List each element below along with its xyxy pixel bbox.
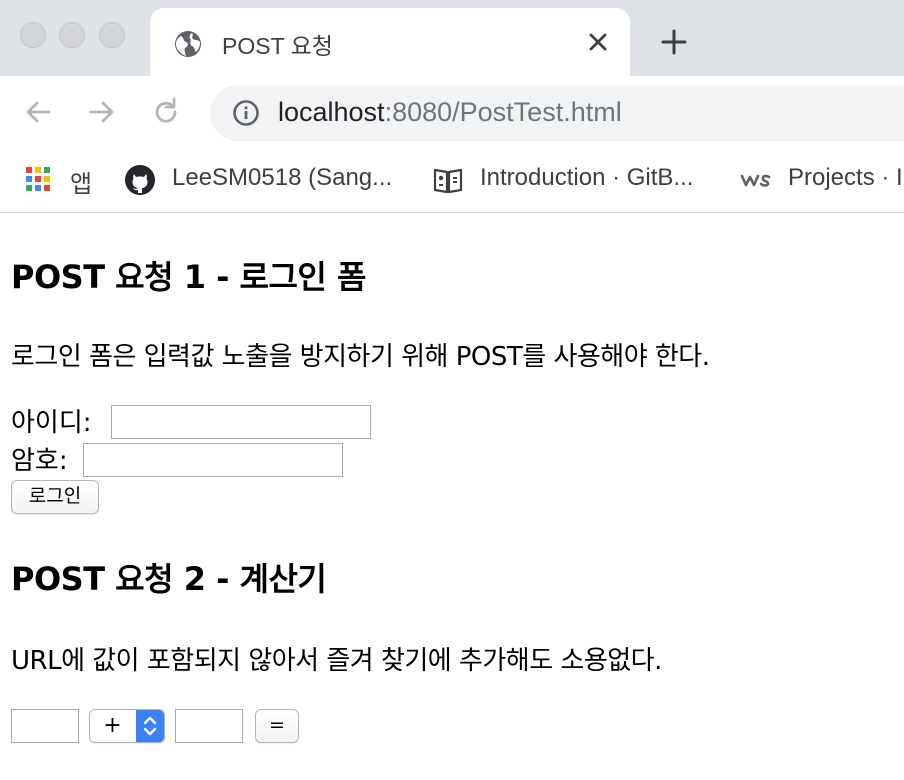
calculator-section-heading: POST 요청 2 - 계산기: [11, 560, 327, 598]
url-path: :8080/PostTest.html: [384, 97, 622, 127]
browser-tab-active[interactable]: POST 요청: [150, 8, 630, 76]
window-minimize-button[interactable]: [59, 22, 85, 48]
id-label: 아이디:: [11, 408, 92, 438]
book-icon: [433, 168, 463, 194]
password-input[interactable]: [83, 443, 343, 477]
operand2-input[interactable]: [175, 709, 243, 743]
url-host: localhost: [278, 97, 385, 127]
page-content: POST 요청 1 - 로그인 폼 로그인 폼은 입력값 노출을 방지하기 위해…: [0, 214, 904, 780]
bookmark-github[interactable]: LeeSM0518 (Sang...: [124, 162, 414, 198]
bookmark-apps[interactable]: 앱: [24, 162, 104, 198]
password-label: 암호:: [11, 446, 68, 476]
tab-title: POST 요청: [222, 33, 333, 59]
address-bar[interactable]: localhost:8080/PostTest.html: [210, 85, 904, 141]
operand1-input[interactable]: [11, 709, 79, 743]
github-icon: [125, 165, 155, 195]
globe-icon: [175, 31, 201, 57]
operator-select[interactable]: +: [89, 709, 165, 743]
bookmark-label: Projects · I: [788, 164, 903, 191]
reload-icon[interactable]: [150, 96, 182, 128]
forward-arrow-icon[interactable]: [86, 96, 118, 128]
login-section-heading: POST 요청 1 - 로그인 폼: [11, 258, 366, 296]
login-button[interactable]: 로그인: [11, 480, 99, 514]
id-input[interactable]: [111, 405, 371, 439]
apps-grid-icon: [26, 167, 50, 191]
bookmark-label: 앱: [70, 171, 93, 198]
url-text: localhost:8080/PostTest.html: [278, 97, 622, 128]
select-chevron-icon: [136, 710, 164, 742]
calculator-description: URL에 값이 포함되지 않아서 즐겨 찾기에 추가해도 소용없다.: [11, 646, 662, 676]
window-zoom-button[interactable]: [99, 22, 125, 48]
info-icon[interactable]: [232, 99, 260, 127]
back-arrow-icon[interactable]: [22, 96, 54, 128]
close-tab-icon[interactable]: [584, 28, 612, 56]
ws-logo-icon: [740, 174, 771, 187]
bookmark-label: LeeSM0518 (Sang...: [172, 164, 393, 191]
bookmark-projects[interactable]: Projects · I: [740, 162, 904, 198]
operator-selected-value: +: [103, 713, 122, 738]
new-tab-icon[interactable]: [660, 28, 688, 56]
browser-toolbar: localhost:8080/PostTest.html: [0, 76, 904, 150]
tab-strip: POST 요청: [0, 0, 904, 76]
bookmarks-bar: 앱 LeeSM0518 (Sang... Introduction · GitB…: [0, 150, 904, 213]
bookmark-label: Introduction · GitB...: [480, 164, 694, 191]
equals-button[interactable]: =: [255, 709, 299, 743]
login-description: 로그인 폼은 입력값 노출을 방지하기 위해 POST를 사용해야 한다.: [11, 342, 710, 372]
window-close-button[interactable]: [20, 22, 46, 48]
bookmark-gitbook[interactable]: Introduction · GitB...: [432, 162, 722, 198]
